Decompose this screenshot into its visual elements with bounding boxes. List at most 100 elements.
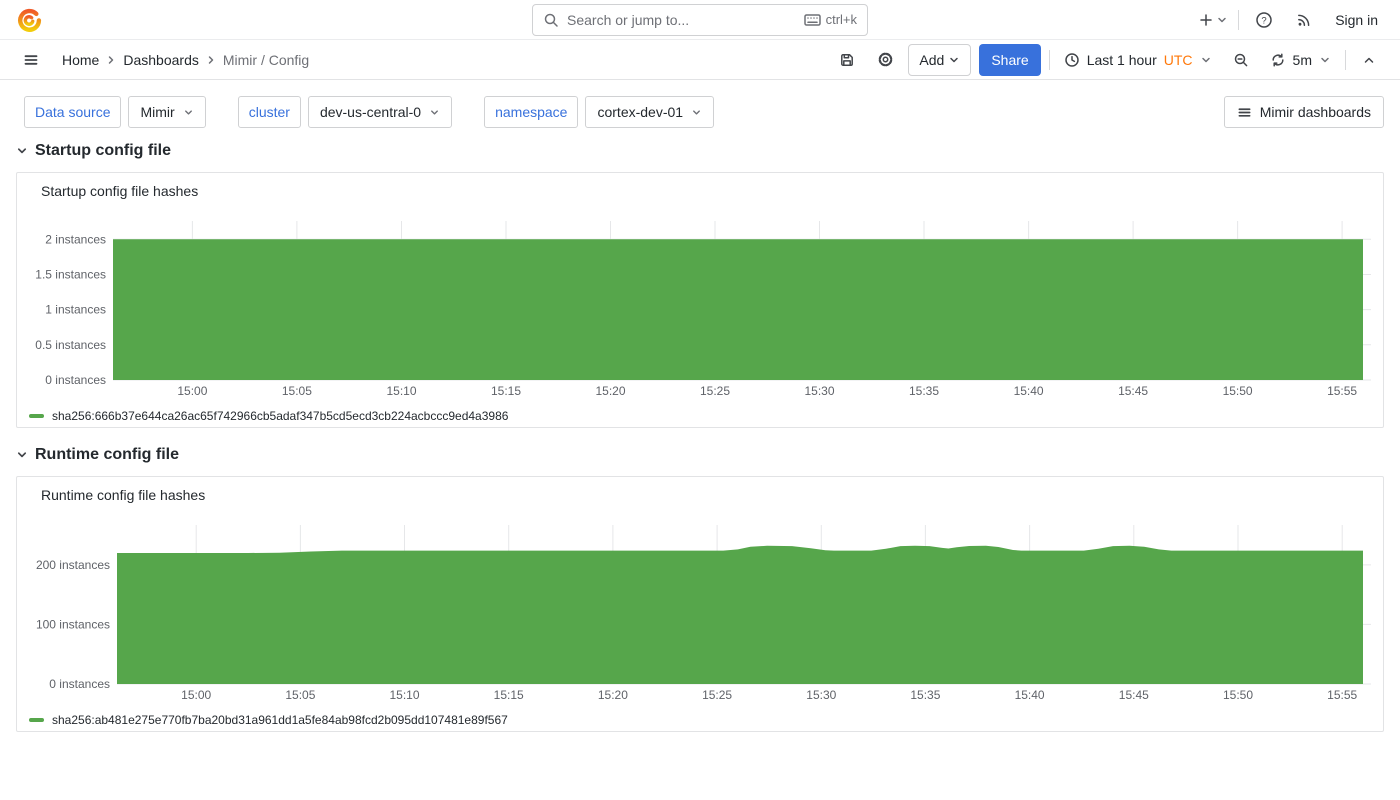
datasource-value: Mimir xyxy=(140,104,174,120)
panel-startup-config: Startup config file hashes 0 instances0.… xyxy=(16,172,1384,428)
chevron-down-icon xyxy=(16,449,28,461)
timeseries-chart[interactable]: 0 instances 100 instances 200 instances 15:… xyxy=(17,519,1383,707)
dashboard-content: Startup config file Startup config file … xyxy=(0,140,1400,732)
svg-text:15:35: 15:35 xyxy=(909,384,939,398)
divider xyxy=(1049,50,1050,70)
cluster-select[interactable]: dev-us-central-0 xyxy=(308,96,452,128)
svg-text:15:55: 15:55 xyxy=(1327,384,1357,398)
row-title: Startup config file xyxy=(35,142,171,160)
search-icon xyxy=(543,12,559,28)
chevron-down-icon xyxy=(429,107,440,118)
series-label: sha256:ab481e275e770fb7ba20bd31a961dd1a5… xyxy=(52,713,508,727)
dashboard-actions: Add Share Last 1 hour UTC 5m xyxy=(832,44,1384,76)
svg-text:1 instances: 1 instances xyxy=(45,303,106,317)
svg-text:15:45: 15:45 xyxy=(1119,688,1149,702)
clock-icon xyxy=(1064,52,1080,68)
refresh-interval-label: 5m xyxy=(1293,52,1312,68)
plus-icon xyxy=(1198,12,1214,28)
new-button[interactable] xyxy=(1198,12,1228,28)
svg-text:2 instances: 2 instances xyxy=(45,232,106,246)
svg-text:200 instances: 200 instances xyxy=(36,558,110,572)
svg-text:100 instances: 100 instances xyxy=(36,617,110,631)
gear-icon xyxy=(877,51,894,68)
series-color-marker xyxy=(29,414,44,418)
timezone-label: UTC xyxy=(1164,52,1193,68)
namespace-select[interactable]: cortex-dev-01 xyxy=(585,96,714,128)
svg-text:15:10: 15:10 xyxy=(389,688,419,702)
svg-text:15:40: 15:40 xyxy=(1014,384,1044,398)
top-nav: ctrl+k ? Sign in xyxy=(0,0,1400,40)
refresh-icon xyxy=(1270,52,1286,68)
keyboard-icon xyxy=(804,13,821,27)
chevron-down-icon xyxy=(691,107,702,118)
divider xyxy=(1238,10,1239,30)
svg-text:0.5 instances: 0.5 instances xyxy=(35,338,106,352)
breadcrumb: Home Dashboards Mimir / Config xyxy=(62,52,309,68)
add-panel-label: Add xyxy=(919,52,944,68)
dashboard-settings-button[interactable] xyxy=(870,45,900,75)
sign-in-button[interactable]: Sign in xyxy=(1329,8,1384,32)
svg-text:15:10: 15:10 xyxy=(386,384,416,398)
grafana-logo-icon[interactable] xyxy=(16,7,42,33)
panel-title: Startup config file hashes xyxy=(41,183,1383,203)
svg-text:15:05: 15:05 xyxy=(282,384,312,398)
chevron-down-icon xyxy=(948,54,960,66)
namespace-label: namespace xyxy=(484,96,578,128)
svg-text:15:50: 15:50 xyxy=(1223,384,1253,398)
chevron-up-icon xyxy=(1362,53,1376,67)
help-button[interactable]: ? xyxy=(1249,5,1279,35)
svg-text:15:20: 15:20 xyxy=(598,688,628,702)
datasource-label: Data source xyxy=(24,96,121,128)
chevron-down-icon xyxy=(183,107,194,118)
save-icon xyxy=(839,52,855,68)
chevron-down-icon xyxy=(16,145,28,157)
svg-text:15:45: 15:45 xyxy=(1118,384,1148,398)
svg-text:15:35: 15:35 xyxy=(910,688,940,702)
series-color-marker xyxy=(29,718,44,722)
zoom-out-time-button[interactable] xyxy=(1226,45,1256,75)
breadcrumb-home[interactable]: Home xyxy=(62,52,99,68)
legend-item[interactable]: sha256:666b37e644ca26ac65f742966cb5adaf3… xyxy=(29,407,1383,425)
search-shortcut-label: ctrl+k xyxy=(826,12,857,27)
namespace-value: cortex-dev-01 xyxy=(597,104,683,120)
svg-text:15:25: 15:25 xyxy=(700,384,730,398)
svg-text:15:05: 15:05 xyxy=(285,688,315,702)
row-header-startup[interactable]: Startup config file xyxy=(16,140,1384,162)
variable-cluster: cluster dev-us-central-0 xyxy=(238,96,452,128)
add-panel-button[interactable]: Add xyxy=(908,44,971,76)
chevron-down-icon xyxy=(1200,54,1212,66)
dashboard-variables: Data source Mimir cluster dev-us-central… xyxy=(24,96,1384,128)
svg-text:15:30: 15:30 xyxy=(806,688,836,702)
timeseries-chart[interactable]: 0 instances0.5 instances1 instances1.5 i… xyxy=(17,215,1383,403)
zoom-out-icon xyxy=(1233,52,1249,68)
global-search[interactable]: ctrl+k xyxy=(532,4,868,36)
collapse-toolbar-button[interactable] xyxy=(1354,45,1384,75)
svg-text:15:25: 15:25 xyxy=(702,688,732,702)
refresh-picker[interactable]: 5m xyxy=(1264,44,1337,76)
svg-text:15:00: 15:00 xyxy=(181,688,211,702)
svg-text:15:15: 15:15 xyxy=(491,384,521,398)
time-range-picker[interactable]: Last 1 hour UTC xyxy=(1058,44,1218,76)
news-button[interactable] xyxy=(1289,5,1319,35)
cluster-value: dev-us-central-0 xyxy=(320,104,421,120)
save-dashboard-button[interactable] xyxy=(832,45,862,75)
search-shortcut: ctrl+k xyxy=(804,12,857,27)
svg-text:15:30: 15:30 xyxy=(804,384,834,398)
mega-menu-toggle[interactable] xyxy=(16,45,46,75)
variable-namespace: namespace cortex-dev-01 xyxy=(484,96,714,128)
breadcrumb-dashboards[interactable]: Dashboards xyxy=(123,52,199,68)
svg-text:15:50: 15:50 xyxy=(1223,688,1253,702)
svg-text:0 instances: 0 instances xyxy=(49,677,110,691)
mimir-dashboards-label: Mimir dashboards xyxy=(1260,104,1371,120)
row-header-runtime[interactable]: Runtime config file xyxy=(16,444,1384,466)
datasource-select[interactable]: Mimir xyxy=(128,96,205,128)
chevron-down-icon xyxy=(1216,14,1228,26)
share-button[interactable]: Share xyxy=(979,44,1040,76)
help-icon: ? xyxy=(1255,11,1273,29)
page-toolbar: Home Dashboards Mimir / Config Add Share xyxy=(0,40,1400,80)
search-input[interactable] xyxy=(567,12,796,28)
row-title: Runtime config file xyxy=(35,446,179,464)
mimir-dashboards-button[interactable]: Mimir dashboards xyxy=(1224,96,1384,128)
legend-item[interactable]: sha256:ab481e275e770fb7ba20bd31a961dd1a5… xyxy=(29,711,1383,729)
svg-text:15:20: 15:20 xyxy=(595,384,625,398)
